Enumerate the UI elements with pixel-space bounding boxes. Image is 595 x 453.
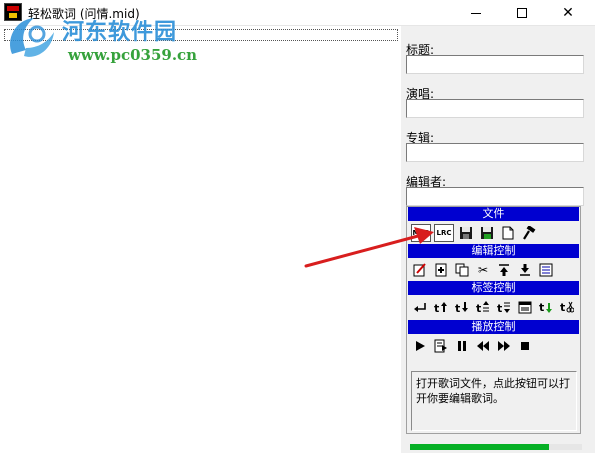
watermark-site-name: 河东软件园 xyxy=(62,19,178,45)
list-lines-icon xyxy=(539,263,553,277)
floppy-disk-icon xyxy=(460,227,472,239)
progress-bar xyxy=(410,444,582,450)
editor-input[interactable] xyxy=(406,187,584,206)
stop-icon xyxy=(521,342,529,350)
lrc-tag-button[interactable] xyxy=(516,298,534,316)
tag-shift-down-button[interactable]: t xyxy=(495,298,513,316)
watermark-logo xyxy=(10,18,54,57)
tag-insert-button[interactable]: t xyxy=(432,298,450,316)
tag-remove-button[interactable]: t xyxy=(453,298,471,316)
tag-list-up-icon: t xyxy=(476,301,489,314)
play-icon xyxy=(416,341,425,351)
watermark-url: www.pc0359.cn xyxy=(68,46,198,64)
tools-button[interactable] xyxy=(520,224,538,242)
tag-return-icon xyxy=(414,303,426,312)
list-view-button[interactable] xyxy=(537,261,555,279)
tag-section-header: 标签控制 xyxy=(408,281,579,295)
album-input[interactable] xyxy=(406,143,584,162)
tag-cut-button[interactable]: t xyxy=(558,298,576,316)
pause-button[interactable] xyxy=(453,337,471,355)
play-lyrics-button[interactable] xyxy=(432,337,450,355)
play-section-header: 播放控制 xyxy=(408,320,579,334)
hammer-icon xyxy=(523,226,536,240)
annotation-arrow xyxy=(304,227,434,268)
hint-box: 打开歌词文件，点此按钮可以打开你要编辑歌词。 xyxy=(411,371,577,431)
tag-return-button[interactable] xyxy=(411,298,429,316)
svg-text:t: t xyxy=(455,302,460,314)
tag-green-button[interactable]: t xyxy=(537,298,555,316)
pause-icon xyxy=(458,341,466,351)
svg-text:t: t xyxy=(434,302,439,314)
arrow-up-icon xyxy=(499,264,509,276)
svg-text:t: t xyxy=(560,301,565,314)
tag-up-icon: t xyxy=(434,302,447,314)
title-input[interactable] xyxy=(406,55,584,74)
progress-fill xyxy=(410,444,550,450)
blank-page-icon xyxy=(502,226,514,240)
file-section-header: 文件 xyxy=(408,207,579,221)
svg-text:t: t xyxy=(539,301,544,314)
close-button[interactable]: ✕ xyxy=(545,0,591,26)
arrow-down-icon xyxy=(520,264,530,276)
minimize-icon xyxy=(471,12,481,14)
play-toolbar xyxy=(411,337,534,357)
cut-button[interactable]: ✂ xyxy=(474,261,492,279)
fast-forward-icon xyxy=(498,341,510,351)
play-document-icon xyxy=(434,339,447,353)
save-button[interactable] xyxy=(457,224,475,242)
play-button[interactable] xyxy=(411,337,429,355)
rewind-button[interactable] xyxy=(474,337,492,355)
svg-text:t: t xyxy=(497,302,502,314)
copy-icon xyxy=(455,263,469,277)
move-down-button[interactable] xyxy=(516,261,534,279)
save-as-button[interactable] xyxy=(478,224,496,242)
maximize-icon xyxy=(517,8,527,18)
minimize-button[interactable] xyxy=(453,0,499,26)
tag-toolbar: t t t t t t xyxy=(411,298,576,318)
move-up-button[interactable] xyxy=(495,261,513,279)
artist-input[interactable] xyxy=(406,99,584,118)
stop-button[interactable] xyxy=(516,337,534,355)
floppy-disk-green-icon xyxy=(481,227,493,239)
tag-green-arrow-icon: t xyxy=(539,301,552,314)
tag-list-down-icon: t xyxy=(497,302,510,314)
fast-forward-button[interactable] xyxy=(495,337,513,355)
tag-scissors-icon: t xyxy=(560,301,574,314)
maximize-button[interactable] xyxy=(499,0,545,26)
lrc-document-icon xyxy=(518,301,532,314)
svg-text:t: t xyxy=(476,302,481,314)
scissors-icon: ✂ xyxy=(477,263,489,277)
tag-down-icon: t xyxy=(455,302,468,314)
copy-button[interactable] xyxy=(453,261,471,279)
close-icon: ✕ xyxy=(562,5,574,21)
new-file-button[interactable] xyxy=(499,224,517,242)
tag-shift-up-button[interactable]: t xyxy=(474,298,492,316)
rewind-icon xyxy=(477,341,489,351)
